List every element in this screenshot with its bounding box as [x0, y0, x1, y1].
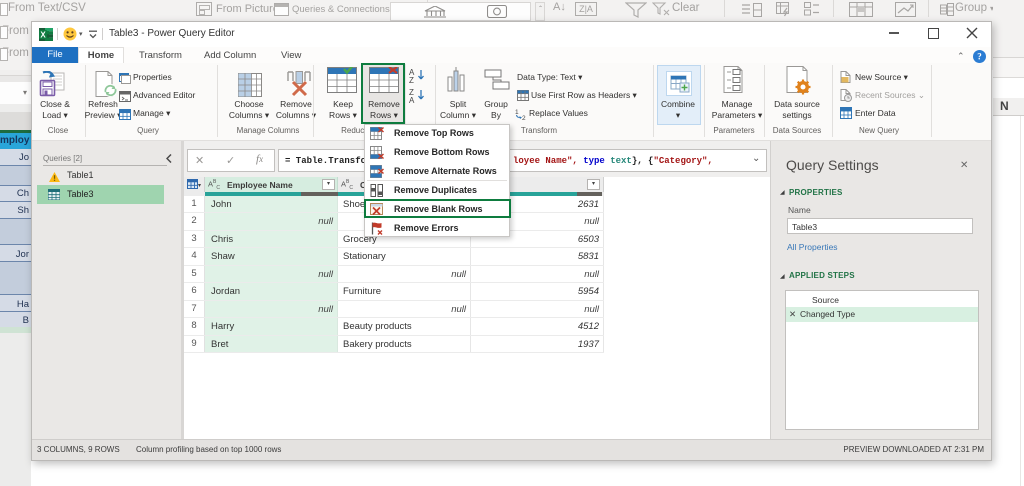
svg-text:?: ? [977, 52, 982, 62]
svg-text:Z: Z [409, 76, 414, 83]
svg-text:X: X [40, 31, 46, 40]
svg-text:2: 2 [522, 115, 526, 120]
svg-text:A: A [409, 96, 415, 103]
